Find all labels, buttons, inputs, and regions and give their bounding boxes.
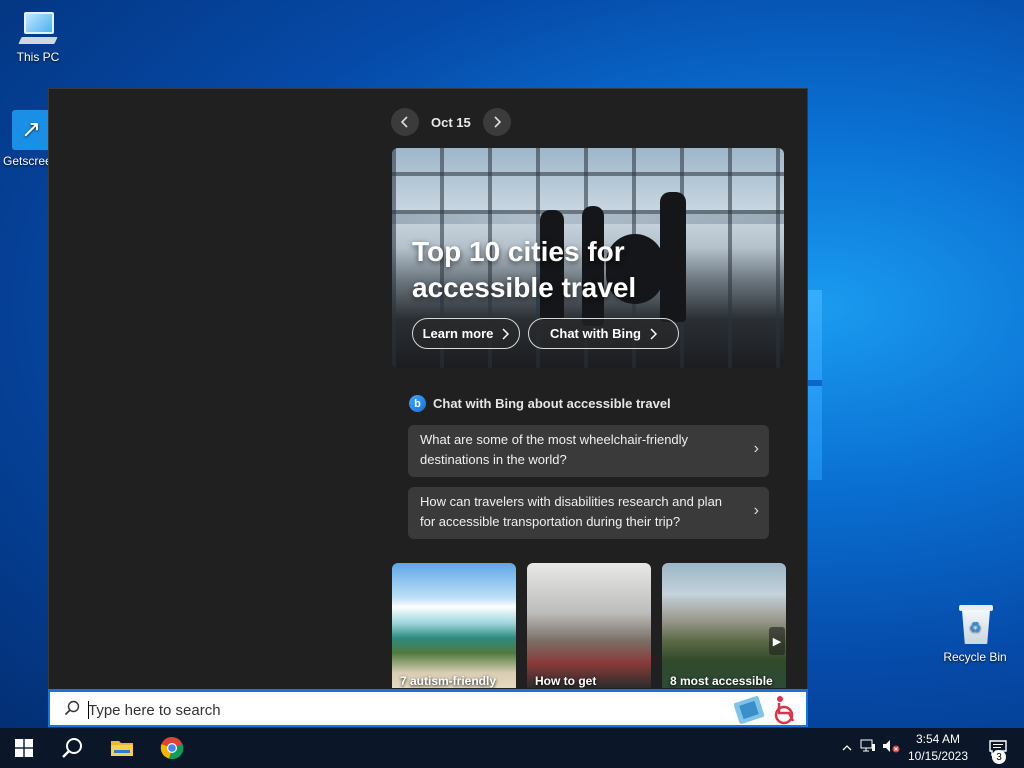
bing-logo-icon: b [409, 395, 426, 412]
file-explorer-button[interactable] [98, 728, 146, 768]
search-input[interactable] [88, 698, 688, 722]
text-caret [88, 701, 89, 719]
search-icon [62, 738, 82, 758]
carousel-next-button[interactable]: ▶ [769, 627, 785, 655]
start-button[interactable] [0, 728, 48, 768]
learn-more-label: Learn more [422, 326, 494, 341]
wallpaper-logo [808, 290, 822, 480]
article-card-title: 7 autism-friendly [400, 674, 497, 688]
next-day-button[interactable] [482, 108, 511, 136]
notification-count-badge: 3 [992, 750, 1006, 764]
taskbar-clock[interactable]: 3:54 AM 10/15/2023 [905, 731, 971, 765]
file-explorer-icon [111, 741, 133, 756]
taskbar-search-box[interactable] [48, 689, 808, 727]
article-card-title: 8 most accessible [670, 674, 773, 688]
volume-muted-icon[interactable] [880, 739, 902, 758]
chevron-right-icon: ▶ [772, 635, 782, 648]
desktop-icon-getscreen[interactable]: ↗ Getscree [0, 110, 48, 168]
chrome-button[interactable] [148, 728, 196, 768]
search-icon [64, 700, 80, 716]
search-widget-panel: Oct 15 Top 10 cities for accessible trav… [48, 88, 808, 728]
desktop-icon-recycle-bin[interactable]: ♻ Recycle Bin [937, 604, 1013, 664]
start-icon [15, 739, 33, 757]
desktop-icon-label: Getscree [3, 154, 48, 168]
article-card[interactable]: How to get [527, 563, 651, 688]
bing-question-card[interactable]: How can travelers with disabilities rese… [408, 487, 769, 539]
taskbar: 3:54 AM 10/15/2023 3 [0, 728, 1024, 768]
bing-question-text: What are some of the most wheelchair-fri… [420, 432, 689, 467]
desktop-icon-this-pc[interactable]: This PC [0, 10, 76, 64]
learn-more-button[interactable]: Learn more [412, 318, 520, 349]
shortcut-arrow-icon: ↗ [12, 110, 48, 150]
desktop-icon-label: Recycle Bin [943, 650, 1007, 664]
network-icon[interactable] [856, 739, 880, 758]
bing-question-text: How can travelers with disabilities rese… [420, 494, 723, 529]
hero-title: Top 10 cities for accessible travel [412, 236, 637, 303]
previous-day-button[interactable] [391, 108, 419, 136]
accessible-travel-illustration-icon [734, 696, 795, 725]
bing-chat-heading-text: Chat with Bing about accessible travel [433, 396, 671, 411]
chevron-right-icon [650, 327, 657, 340]
article-card[interactable]: 7 autism-friendly [392, 563, 516, 688]
show-hidden-icons-chevron-up-icon[interactable] [838, 739, 856, 757]
chevron-right-icon [502, 327, 510, 340]
clock-date: 10/15/2023 [907, 749, 969, 763]
article-card[interactable]: 8 most accessible [662, 563, 786, 688]
desktop-icon-label: This PC [16, 50, 60, 64]
bing-chat-heading: b Chat with Bing about accessible travel [409, 395, 671, 412]
date-label: Oct 15 [431, 114, 471, 130]
chevron-right-icon: › [753, 502, 759, 519]
chevron-right-icon [494, 116, 501, 128]
computer-icon [18, 10, 58, 46]
date-navigator: Oct 15 [391, 108, 511, 136]
taskbar-search-button[interactable] [48, 728, 96, 768]
recycle-bin-icon: ♻ [958, 604, 993, 646]
system-tray [838, 728, 902, 768]
clock-time: 3:54 AM [915, 732, 961, 746]
bing-question-card[interactable]: What are some of the most wheelchair-fri… [408, 425, 769, 477]
chevron-left-icon [400, 116, 408, 128]
chat-with-bing-label: Chat with Bing [550, 326, 641, 341]
hero-card[interactable]: Top 10 cities for accessible travel Lear… [392, 148, 784, 368]
article-card-title: How to get [535, 674, 597, 688]
chat-with-bing-button[interactable]: Chat with Bing [528, 318, 679, 349]
chevron-right-icon: › [753, 440, 759, 457]
chrome-icon [160, 736, 184, 760]
